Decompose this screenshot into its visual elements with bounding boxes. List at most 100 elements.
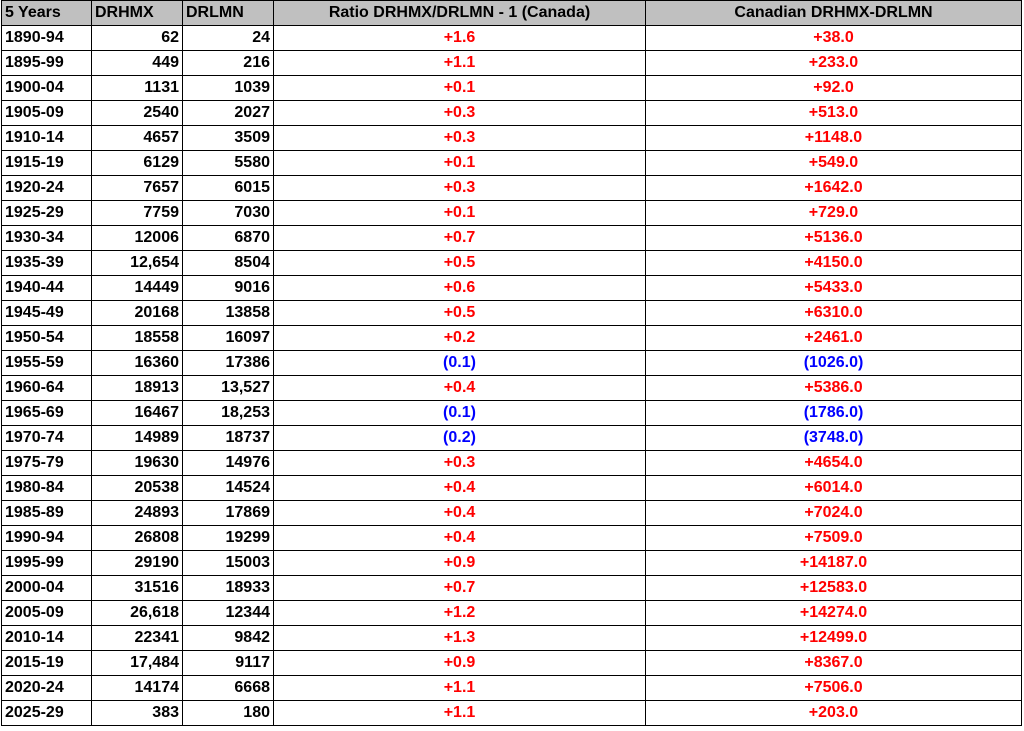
cell-ratio: +0.2 [273,325,646,351]
table-body: 1890-94 62 24 +1.6 +38.0 1895-99 449 216 +1.1 +23… [1,25,1022,726]
cell-drlmn: 6015 [182,175,274,201]
table-row: 1930-34 12006 6870 +0.7 +5136.0 [1,225,1022,251]
cell-period: 1920-24 [1,175,92,201]
cell-ratio: +0.1 [273,150,646,176]
cell-drlmn: 18737 [182,425,274,451]
cell-difference: +1148.0 [645,125,1022,151]
cell-difference: +7024.0 [645,500,1022,526]
cell-drhmx: 12,654 [91,250,183,276]
table-row: 2015-19 17,484 9117 +0.9 +8367.0 [1,650,1022,676]
data-table: 5 Years DRHMX DRLMN Ratio DRHMX/DRLMN - … [1,0,1022,726]
cell-difference: +203.0 [645,700,1022,726]
cell-difference: +14274.0 [645,600,1022,626]
cell-period: 1990-94 [1,525,92,551]
cell-ratio: +1.1 [273,50,646,76]
cell-ratio: +0.3 [273,100,646,126]
cell-drhmx: 16360 [91,350,183,376]
cell-period: 2010-14 [1,625,92,651]
cell-period: 1995-99 [1,550,92,576]
cell-drlmn: 9842 [182,625,274,651]
cell-difference: +12583.0 [645,575,1022,601]
cell-drhmx: 17,484 [91,650,183,676]
table-row: 1905-09 2540 2027 +0.3 +513.0 [1,100,1022,126]
cell-drlmn: 2027 [182,100,274,126]
cell-ratio: +0.3 [273,175,646,201]
cell-difference: (3748.0) [645,425,1022,451]
table-row: 2010-14 22341 9842 +1.3 +12499.0 [1,625,1022,651]
cell-drhmx: 16467 [91,400,183,426]
cell-drlmn: 180 [182,700,274,726]
cell-period: 1935-39 [1,250,92,276]
table-row: 1995-99 29190 15003 +0.9 +14187.0 [1,550,1022,576]
cell-difference: +7509.0 [645,525,1022,551]
cell-drhmx: 20538 [91,475,183,501]
cell-drlmn: 18933 [182,575,274,601]
cell-difference: +5433.0 [645,275,1022,301]
cell-difference: +1642.0 [645,175,1022,201]
cell-difference: +14187.0 [645,550,1022,576]
cell-drhmx: 62 [91,25,183,51]
table-row: 1935-39 12,654 8504 +0.5 +4150.0 [1,250,1022,276]
table-row: 2005-09 26,618 12344 +1.2 +14274.0 [1,600,1022,626]
cell-drhmx: 18558 [91,325,183,351]
cell-ratio: +1.1 [273,675,646,701]
cell-drlmn: 216 [182,50,274,76]
cell-period: 1945-49 [1,300,92,326]
cell-ratio: +1.6 [273,25,646,51]
cell-drlmn: 3509 [182,125,274,151]
cell-difference: +6310.0 [645,300,1022,326]
table-row: 1920-24 7657 6015 +0.3 +1642.0 [1,175,1022,201]
cell-period: 1965-69 [1,400,92,426]
cell-difference: +729.0 [645,200,1022,226]
cell-ratio: +0.4 [273,525,646,551]
cell-period: 2005-09 [1,600,92,626]
cell-ratio: +1.1 [273,700,646,726]
cell-drhmx: 12006 [91,225,183,251]
table-row: 1945-49 20168 13858 +0.5 +6310.0 [1,300,1022,326]
cell-difference: +12499.0 [645,625,1022,651]
cell-drlmn: 13,527 [182,375,274,401]
cell-difference: +5386.0 [645,375,1022,401]
cell-difference: +4150.0 [645,250,1022,276]
cell-difference: +513.0 [645,100,1022,126]
cell-ratio: +0.5 [273,250,646,276]
cell-drlmn: 14524 [182,475,274,501]
cell-period: 1955-59 [1,350,92,376]
cell-drlmn: 5580 [182,150,274,176]
table-row: 1975-79 19630 14976 +0.3 +4654.0 [1,450,1022,476]
cell-period: 1900-04 [1,75,92,101]
cell-difference: +233.0 [645,50,1022,76]
cell-ratio: (0.1) [273,350,646,376]
cell-drlmn: 15003 [182,550,274,576]
cell-difference: +549.0 [645,150,1022,176]
cell-drhmx: 7759 [91,200,183,226]
cell-ratio: +0.4 [273,475,646,501]
cell-period: 1980-84 [1,475,92,501]
cell-difference: +6014.0 [645,475,1022,501]
cell-difference: +2461.0 [645,325,1022,351]
cell-drlmn: 6870 [182,225,274,251]
cell-difference: +5136.0 [645,225,1022,251]
table-row: 1910-14 4657 3509 +0.3 +1148.0 [1,125,1022,151]
cell-ratio: +0.4 [273,375,646,401]
header-row: 5 Years DRHMX DRLMN Ratio DRHMX/DRLMN - … [1,0,1022,26]
cell-ratio: +1.2 [273,600,646,626]
cell-period: 1930-34 [1,225,92,251]
table-row: 1890-94 62 24 +1.6 +38.0 [1,25,1022,51]
cell-drhmx: 19630 [91,450,183,476]
cell-period: 1890-94 [1,25,92,51]
cell-period: 1940-44 [1,275,92,301]
cell-ratio: +0.4 [273,500,646,526]
cell-period: 1915-19 [1,150,92,176]
cell-drhmx: 2540 [91,100,183,126]
cell-period: 1925-29 [1,200,92,226]
table-row: 1925-29 7759 7030 +0.1 +729.0 [1,200,1022,226]
cell-period: 1975-79 [1,450,92,476]
cell-drlmn: 13858 [182,300,274,326]
cell-drlmn: 24 [182,25,274,51]
cell-drlmn: 9016 [182,275,274,301]
cell-difference: (1026.0) [645,350,1022,376]
table-row: 1915-19 6129 5580 +0.1 +549.0 [1,150,1022,176]
cell-drhmx: 383 [91,700,183,726]
cell-ratio: +0.6 [273,275,646,301]
